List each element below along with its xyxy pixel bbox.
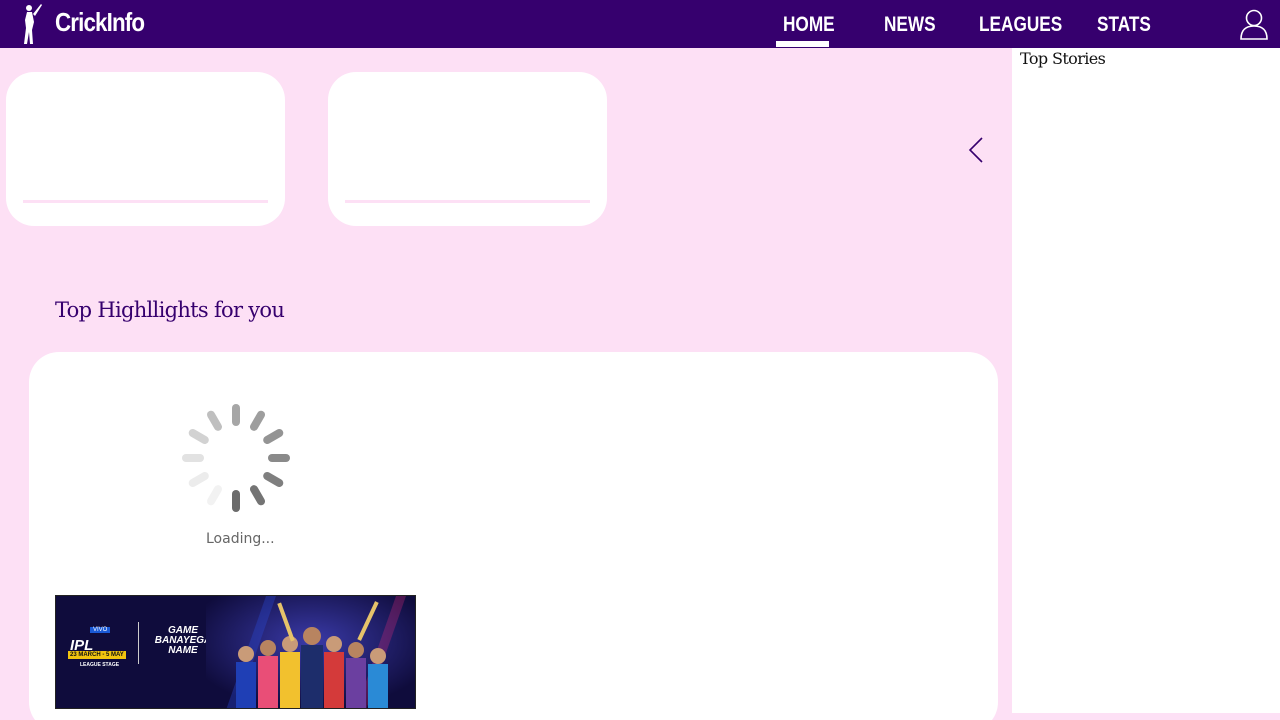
highlights-title: Top Highllights for you bbox=[55, 298, 285, 322]
brand-name[interactable]: CrickInfo bbox=[55, 7, 145, 38]
ipl-logo: VIVO IPL bbox=[70, 616, 130, 654]
card-divider bbox=[345, 200, 590, 203]
banner-stage: LEAGUE STAGE bbox=[80, 662, 120, 668]
user-icon[interactable] bbox=[1239, 8, 1269, 40]
top-stories-sidebar: Top Stories bbox=[1012, 48, 1280, 713]
card-divider bbox=[23, 200, 268, 203]
nav-home[interactable]: HOME bbox=[783, 13, 835, 37]
active-nav-indicator bbox=[776, 41, 829, 47]
match-card[interactable] bbox=[328, 72, 607, 226]
ipl-banner[interactable]: VIVO IPL 23 MARCH - 5 MAY LEAGUE STAGE G… bbox=[55, 595, 416, 709]
match-card[interactable] bbox=[6, 72, 285, 226]
banner-divider bbox=[138, 622, 139, 664]
top-navbar: CrickInfo HOME NEWS LEAGUES STATS bbox=[0, 0, 1280, 48]
chevron-left-icon[interactable] bbox=[966, 136, 986, 164]
banner-dates: 23 MARCH - 5 MAY bbox=[68, 651, 126, 659]
nav-stats[interactable]: STATS bbox=[1097, 13, 1151, 37]
nav-news[interactable]: NEWS bbox=[884, 13, 936, 37]
cricketer-logo-icon[interactable] bbox=[18, 0, 44, 48]
loading-spinner-icon bbox=[182, 404, 290, 512]
players-artwork bbox=[206, 596, 415, 708]
loading-text: Loading... bbox=[206, 531, 275, 547]
nav-leagues[interactable]: LEAGUES bbox=[979, 13, 1062, 37]
top-stories-title: Top Stories bbox=[1020, 49, 1106, 68]
banner-sponsor: VIVO bbox=[90, 627, 111, 633]
